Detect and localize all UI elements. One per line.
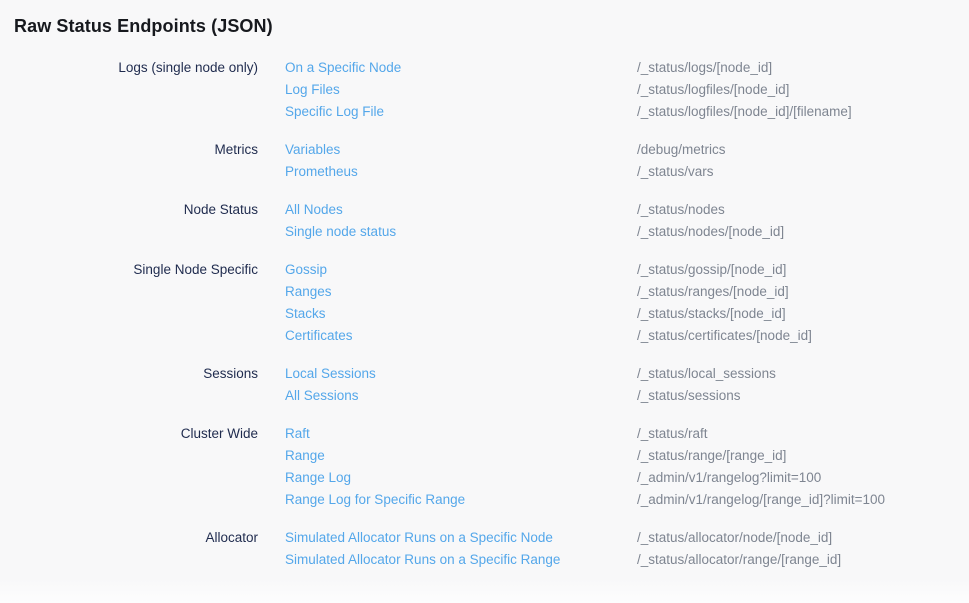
endpoint-row: Certificates /_status/certificates/[node…	[285, 325, 969, 347]
endpoint-link[interactable]: Local Sessions	[285, 363, 610, 385]
endpoint-link[interactable]: Specific Log File	[285, 101, 610, 123]
endpoint-path: /_status/allocator/range/[range_id]	[637, 549, 969, 571]
endpoint-link[interactable]: Certificates	[285, 325, 610, 347]
endpoint-row: Ranges /_status/ranges/[node_id]	[285, 281, 969, 303]
endpoint-sections: Logs (single node only) On a Specific No…	[14, 57, 969, 571]
endpoint-link[interactable]: Range	[285, 445, 610, 467]
endpoint-path: /_status/local_sessions	[637, 363, 969, 385]
endpoint-link[interactable]: Range Log for Specific Range	[285, 489, 610, 511]
endpoint-path: /_status/certificates/[node_id]	[637, 325, 969, 347]
endpoint-row: Range Log /_admin/v1/rangelog?limit=100	[285, 467, 969, 489]
endpoint-path: /_status/nodes	[637, 199, 969, 221]
endpoint-row: Specific Log File /_status/logfiles/[nod…	[285, 101, 969, 123]
endpoint-path: /_status/range/[range_id]	[637, 445, 969, 467]
endpoint-row: All Nodes /_status/nodes	[285, 199, 969, 221]
endpoint-row: Range /_status/range/[range_id]	[285, 445, 969, 467]
endpoint-row: Simulated Allocator Runs on a Specific N…	[285, 527, 969, 549]
endpoint-link[interactable]: On a Specific Node	[285, 57, 610, 79]
endpoint-link[interactable]: All Sessions	[285, 385, 610, 407]
endpoint-section: Sessions Local Sessions /_status/local_s…	[14, 363, 969, 407]
endpoint-section: Cluster Wide Raft /_status/raft Range /_…	[14, 423, 969, 511]
endpoint-link[interactable]: Ranges	[285, 281, 610, 303]
endpoint-link[interactable]: Range Log	[285, 467, 610, 489]
page-title: Raw Status Endpoints (JSON)	[14, 13, 969, 39]
endpoint-rows: Variables /debug/metrics Prometheus /_st…	[285, 139, 969, 183]
endpoint-section: Single Node Specific Gossip /_status/gos…	[14, 259, 969, 347]
endpoint-path: /_admin/v1/rangelog/[range_id]?limit=100	[637, 489, 969, 511]
endpoint-row: Range Log for Specific Range /_admin/v1/…	[285, 489, 969, 511]
endpoint-row: Single node status /_status/nodes/[node_…	[285, 221, 969, 243]
endpoint-path: /_status/stacks/[node_id]	[637, 303, 969, 325]
category-label: Single Node Specific	[14, 259, 258, 347]
endpoint-link[interactable]: Simulated Allocator Runs on a Specific R…	[285, 549, 610, 571]
endpoint-row: All Sessions /_status/sessions	[285, 385, 969, 407]
category-label: Cluster Wide	[14, 423, 258, 511]
endpoint-link[interactable]: Raft	[285, 423, 610, 445]
endpoint-path: /_status/logfiles/[node_id]	[637, 79, 969, 101]
endpoint-link[interactable]: Variables	[285, 139, 610, 161]
category-label: Metrics	[14, 139, 258, 183]
endpoint-rows: Local Sessions /_status/local_sessions A…	[285, 363, 969, 407]
endpoint-section: Metrics Variables /debug/metrics Prometh…	[14, 139, 969, 183]
endpoint-row: Simulated Allocator Runs on a Specific R…	[285, 549, 969, 571]
endpoint-link[interactable]: Single node status	[285, 221, 610, 243]
endpoint-link[interactable]: Prometheus	[285, 161, 610, 183]
endpoint-path: /_status/allocator/node/[node_id]	[637, 527, 969, 549]
category-label: Node Status	[14, 199, 258, 243]
endpoint-path: /_status/vars	[637, 161, 969, 183]
category-label: Logs (single node only)	[14, 57, 258, 123]
endpoint-row: Stacks /_status/stacks/[node_id]	[285, 303, 969, 325]
endpoint-link[interactable]: Gossip	[285, 259, 610, 281]
endpoint-row: Raft /_status/raft	[285, 423, 969, 445]
endpoint-path: /_status/raft	[637, 423, 969, 445]
endpoint-path: /_status/ranges/[node_id]	[637, 281, 969, 303]
endpoint-path: /_status/logs/[node_id]	[637, 57, 969, 79]
endpoint-link[interactable]: Log Files	[285, 79, 610, 101]
endpoint-link[interactable]: Stacks	[285, 303, 610, 325]
endpoint-path: /_status/logfiles/[node_id]/[filename]	[637, 101, 969, 123]
endpoint-rows: Simulated Allocator Runs on a Specific N…	[285, 527, 969, 571]
endpoint-row: Gossip /_status/gossip/[node_id]	[285, 259, 969, 281]
endpoint-path: /_admin/v1/rangelog?limit=100	[637, 467, 969, 489]
endpoint-rows: On a Specific Node /_status/logs/[node_i…	[285, 57, 969, 123]
endpoint-section: Logs (single node only) On a Specific No…	[14, 57, 969, 123]
endpoint-row: Log Files /_status/logfiles/[node_id]	[285, 79, 969, 101]
category-label: Sessions	[14, 363, 258, 407]
endpoint-link[interactable]: Simulated Allocator Runs on a Specific N…	[285, 527, 610, 549]
endpoint-path: /debug/metrics	[637, 139, 969, 161]
endpoint-row: Prometheus /_status/vars	[285, 161, 969, 183]
endpoint-section: Node Status All Nodes /_status/nodes Sin…	[14, 199, 969, 243]
endpoint-rows: Gossip /_status/gossip/[node_id] Ranges …	[285, 259, 969, 347]
endpoint-section: Allocator Simulated Allocator Runs on a …	[14, 527, 969, 571]
endpoint-rows: All Nodes /_status/nodes Single node sta…	[285, 199, 969, 243]
endpoint-link[interactable]: All Nodes	[285, 199, 610, 221]
endpoint-row: Local Sessions /_status/local_sessions	[285, 363, 969, 385]
endpoint-row: Variables /debug/metrics	[285, 139, 969, 161]
endpoint-path: /_status/sessions	[637, 385, 969, 407]
category-label: Allocator	[14, 527, 258, 571]
debug-endpoints-page: Raw Status Endpoints (JSON) Logs (single…	[0, 0, 969, 603]
endpoint-path: /_status/nodes/[node_id]	[637, 221, 969, 243]
endpoint-rows: Raft /_status/raft Range /_status/range/…	[285, 423, 969, 511]
endpoint-row: On a Specific Node /_status/logs/[node_i…	[285, 57, 969, 79]
endpoint-path: /_status/gossip/[node_id]	[637, 259, 969, 281]
